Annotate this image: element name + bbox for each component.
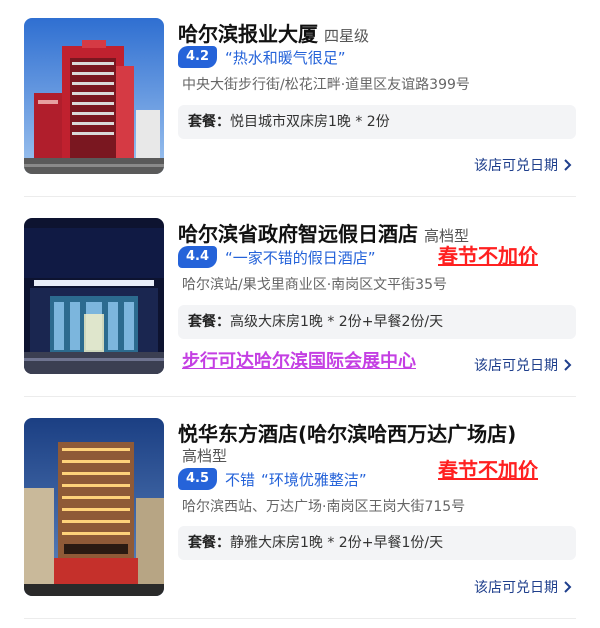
hotel-address: 中央大街步行街/松花江畔·道里区友谊路399号 xyxy=(182,77,470,93)
hotel-card-2[interactable]: 哈尔滨省政府智远假日酒店 高档型 4.4 “一家不错的假日酒店” 春节不加价 哈尔… xyxy=(0,200,600,400)
hotel-address: 哈尔滨站/果戈里商业区·南岗区文平街35号 xyxy=(182,277,447,293)
promo-annotation: 春节不加价 xyxy=(438,458,538,482)
hotel-address: 哈尔滨西站、万达广场·南岗区王岗大街715号 xyxy=(182,499,466,515)
review-quote: “热水和暖气很足” xyxy=(225,48,346,67)
available-dates-label[interactable]: 该店可兑日期 xyxy=(474,577,558,597)
hotel-grade: 高档型 xyxy=(182,447,228,465)
available-dates-link[interactable]: 该店可兑日期 xyxy=(474,155,572,175)
chevron-right-icon[interactable] xyxy=(564,359,572,371)
available-dates-label[interactable]: 该店可兑日期 xyxy=(474,155,558,175)
hotel-card-1[interactable]: 哈尔滨报业大厦 四星级 4.2 “热水和暖气很足” 中央大街步行街/松花江畔·道里… xyxy=(0,0,600,200)
rating-row: 4.2 “热水和暖气很足” xyxy=(178,46,346,68)
package-text: 悦目城市双床房1晚 * 2份 xyxy=(230,114,390,130)
available-dates-label[interactable]: 该店可兑日期 xyxy=(474,355,558,375)
package-label: 套餐： xyxy=(188,314,230,330)
package-label: 套餐： xyxy=(188,114,230,130)
rating-score: 4.5 xyxy=(178,468,218,490)
package-text: 高级大床房1晚 * 2份+早餐2份/天 xyxy=(230,314,444,330)
package-box: 套餐：静雅大床房1晚 * 2份+早餐1份/天 xyxy=(178,526,576,560)
hotel-grade: 四星级 xyxy=(324,27,370,45)
rating-score: 4.2 xyxy=(178,46,218,68)
review-quote: “一家不错的假日酒店” xyxy=(225,248,376,267)
hotel-photo-1[interactable] xyxy=(24,18,164,174)
hotel-name: 悦华东方酒店(哈尔滨哈西万达广场店) xyxy=(178,422,517,446)
hotel-card-3[interactable]: 悦华东方酒店(哈尔滨哈西万达广场店) 高档型 4.5 不错 “环境优雅整洁” 春… xyxy=(0,400,600,628)
divider xyxy=(24,618,576,619)
rating-row: 4.4 “一家不错的假日酒店” xyxy=(178,246,376,268)
promo-annotation: 春节不加价 xyxy=(438,244,538,268)
hotel-photo-3[interactable] xyxy=(24,418,164,596)
package-box: 套餐：悦目城市双床房1晚 * 2份 xyxy=(178,105,576,139)
divider xyxy=(24,396,576,397)
divider xyxy=(24,196,576,197)
available-dates-link[interactable]: 该店可兑日期 xyxy=(474,577,572,597)
package-text: 静雅大床房1晚 * 2份+早餐1份/天 xyxy=(230,535,444,551)
review-prefix: 不错 xyxy=(225,470,256,489)
chevron-right-icon[interactable] xyxy=(564,581,572,593)
hotel-name: 哈尔滨报业大厦 四星级 xyxy=(178,22,370,46)
hotel-name: 哈尔滨省政府智远假日酒店 高档型 xyxy=(178,222,470,246)
promo-annotation-2: 步行可达哈尔滨国际会展中心 xyxy=(182,351,416,372)
chevron-right-icon[interactable] xyxy=(564,159,572,171)
package-box: 套餐：高级大床房1晚 * 2份+早餐2份/天 xyxy=(178,305,576,339)
review-quote: “环境优雅整洁” xyxy=(261,470,367,489)
rating-score: 4.4 xyxy=(178,246,218,268)
package-label: 套餐： xyxy=(188,535,230,551)
available-dates-link[interactable]: 该店可兑日期 xyxy=(474,355,572,375)
rating-row: 4.5 不错 “环境优雅整洁” xyxy=(178,468,367,490)
hotel-photo-2[interactable] xyxy=(24,218,164,374)
